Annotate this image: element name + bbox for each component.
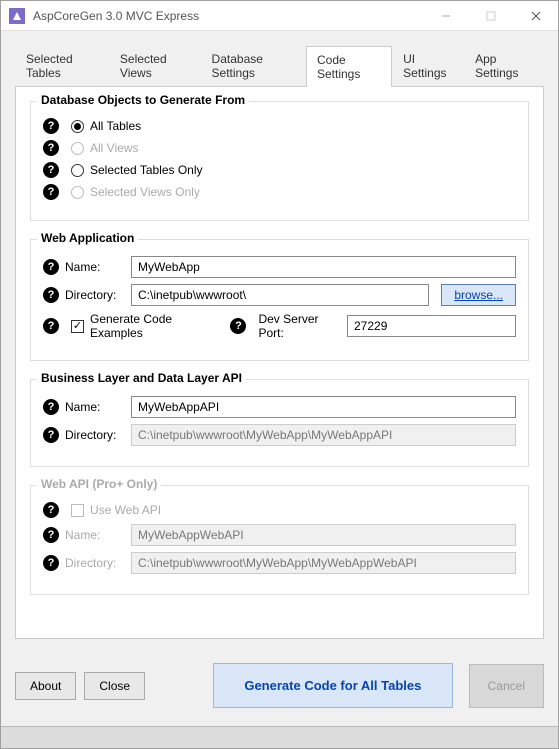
- about-button[interactable]: About: [15, 672, 76, 700]
- tab-panel-code-settings: Database Objects to Generate From ? All …: [15, 87, 544, 639]
- group-title-biz-layer: Business Layer and Data Layer API: [37, 371, 246, 385]
- help-icon[interactable]: ?: [43, 318, 59, 334]
- checkbox-gen-examples[interactable]: [71, 320, 84, 333]
- group-db-objects: Database Objects to Generate From ? All …: [30, 101, 529, 221]
- help-icon[interactable]: ?: [43, 118, 59, 134]
- maximize-icon: [486, 11, 496, 21]
- maximize-button[interactable]: [468, 1, 513, 30]
- group-title-web-api: Web API (Pro+ Only): [37, 477, 161, 491]
- tab-strip: Selected Tables Selected Views Database …: [15, 45, 544, 87]
- footer: About Close Generate Code for All Tables…: [1, 653, 558, 726]
- label-selected-views: Selected Views Only: [90, 185, 200, 199]
- label-biz-dir: Directory:: [65, 428, 125, 442]
- radio-all-tables[interactable]: [71, 120, 84, 133]
- help-icon[interactable]: ?: [43, 502, 59, 518]
- label-biz-name: Name:: [65, 400, 125, 414]
- tab-database-settings[interactable]: Database Settings: [201, 45, 306, 86]
- help-icon[interactable]: ?: [43, 162, 59, 178]
- help-icon[interactable]: ?: [43, 427, 59, 443]
- help-icon[interactable]: ?: [43, 527, 59, 543]
- tab-app-settings[interactable]: App Settings: [464, 45, 544, 86]
- group-title-web-app: Web Application: [37, 231, 138, 245]
- label-webapp-name: Name:: [65, 260, 125, 274]
- window-controls: [423, 1, 558, 30]
- help-icon[interactable]: ?: [43, 259, 59, 275]
- label-all-views: All Views: [90, 141, 138, 155]
- app-window: AspCoreGen 3.0 MVC Express Selected Tabl…: [0, 0, 559, 749]
- label-webapi-dir: Directory:: [65, 556, 125, 570]
- radio-all-views: [71, 142, 84, 155]
- label-use-web-api: Use Web API: [90, 503, 161, 517]
- app-icon: [9, 8, 25, 24]
- input-webapp-dir[interactable]: [131, 284, 429, 306]
- help-icon[interactable]: ?: [43, 140, 59, 156]
- group-web-app: Web Application ? Name: ? Directory: bro…: [30, 239, 529, 361]
- minimize-icon: [441, 11, 451, 21]
- window-title: AspCoreGen 3.0 MVC Express: [33, 9, 423, 23]
- input-dev-port[interactable]: [347, 315, 516, 337]
- help-icon[interactable]: ?: [43, 184, 59, 200]
- titlebar: AspCoreGen 3.0 MVC Express: [1, 1, 558, 31]
- label-selected-tables: Selected Tables Only: [90, 163, 203, 177]
- close-button[interactable]: Close: [84, 672, 145, 700]
- close-icon: [531, 11, 541, 21]
- help-icon[interactable]: ?: [43, 555, 59, 571]
- tab-code-settings[interactable]: Code Settings: [306, 46, 392, 87]
- input-webapi-name: [131, 524, 516, 546]
- help-icon[interactable]: ?: [230, 318, 246, 334]
- close-window-button[interactable]: [513, 1, 558, 30]
- tab-selected-views[interactable]: Selected Views: [109, 45, 201, 86]
- label-webapp-dir: Directory:: [65, 288, 125, 302]
- group-web-api: Web API (Pro+ Only) ? Use Web API ? Name…: [30, 485, 529, 595]
- label-webapi-name: Name:: [65, 528, 125, 542]
- tab-selected-tables[interactable]: Selected Tables: [15, 45, 109, 86]
- browse-button[interactable]: browse...: [441, 284, 516, 306]
- label-all-tables: All Tables: [90, 119, 141, 133]
- input-biz-dir: [131, 424, 516, 446]
- minimize-button[interactable]: [423, 1, 468, 30]
- cancel-button: Cancel: [469, 664, 544, 708]
- help-icon[interactable]: ?: [43, 399, 59, 415]
- radio-selected-views: [71, 186, 84, 199]
- statusbar: [1, 726, 558, 748]
- content-area: Selected Tables Selected Views Database …: [1, 31, 558, 653]
- input-webapp-name[interactable]: [131, 256, 516, 278]
- group-biz-layer: Business Layer and Data Layer API ? Name…: [30, 379, 529, 467]
- checkbox-use-web-api: [71, 504, 84, 517]
- label-dev-port: Dev Server Port:: [258, 312, 341, 340]
- help-icon[interactable]: ?: [43, 287, 59, 303]
- label-gen-examples: Generate Code Examples: [90, 312, 218, 340]
- radio-selected-tables[interactable]: [71, 164, 84, 177]
- tab-ui-settings[interactable]: UI Settings: [392, 45, 464, 86]
- input-webapi-dir: [131, 552, 516, 574]
- input-biz-name[interactable]: [131, 396, 516, 418]
- group-title-db-objects: Database Objects to Generate From: [37, 93, 249, 107]
- generate-button[interactable]: Generate Code for All Tables: [213, 663, 453, 708]
